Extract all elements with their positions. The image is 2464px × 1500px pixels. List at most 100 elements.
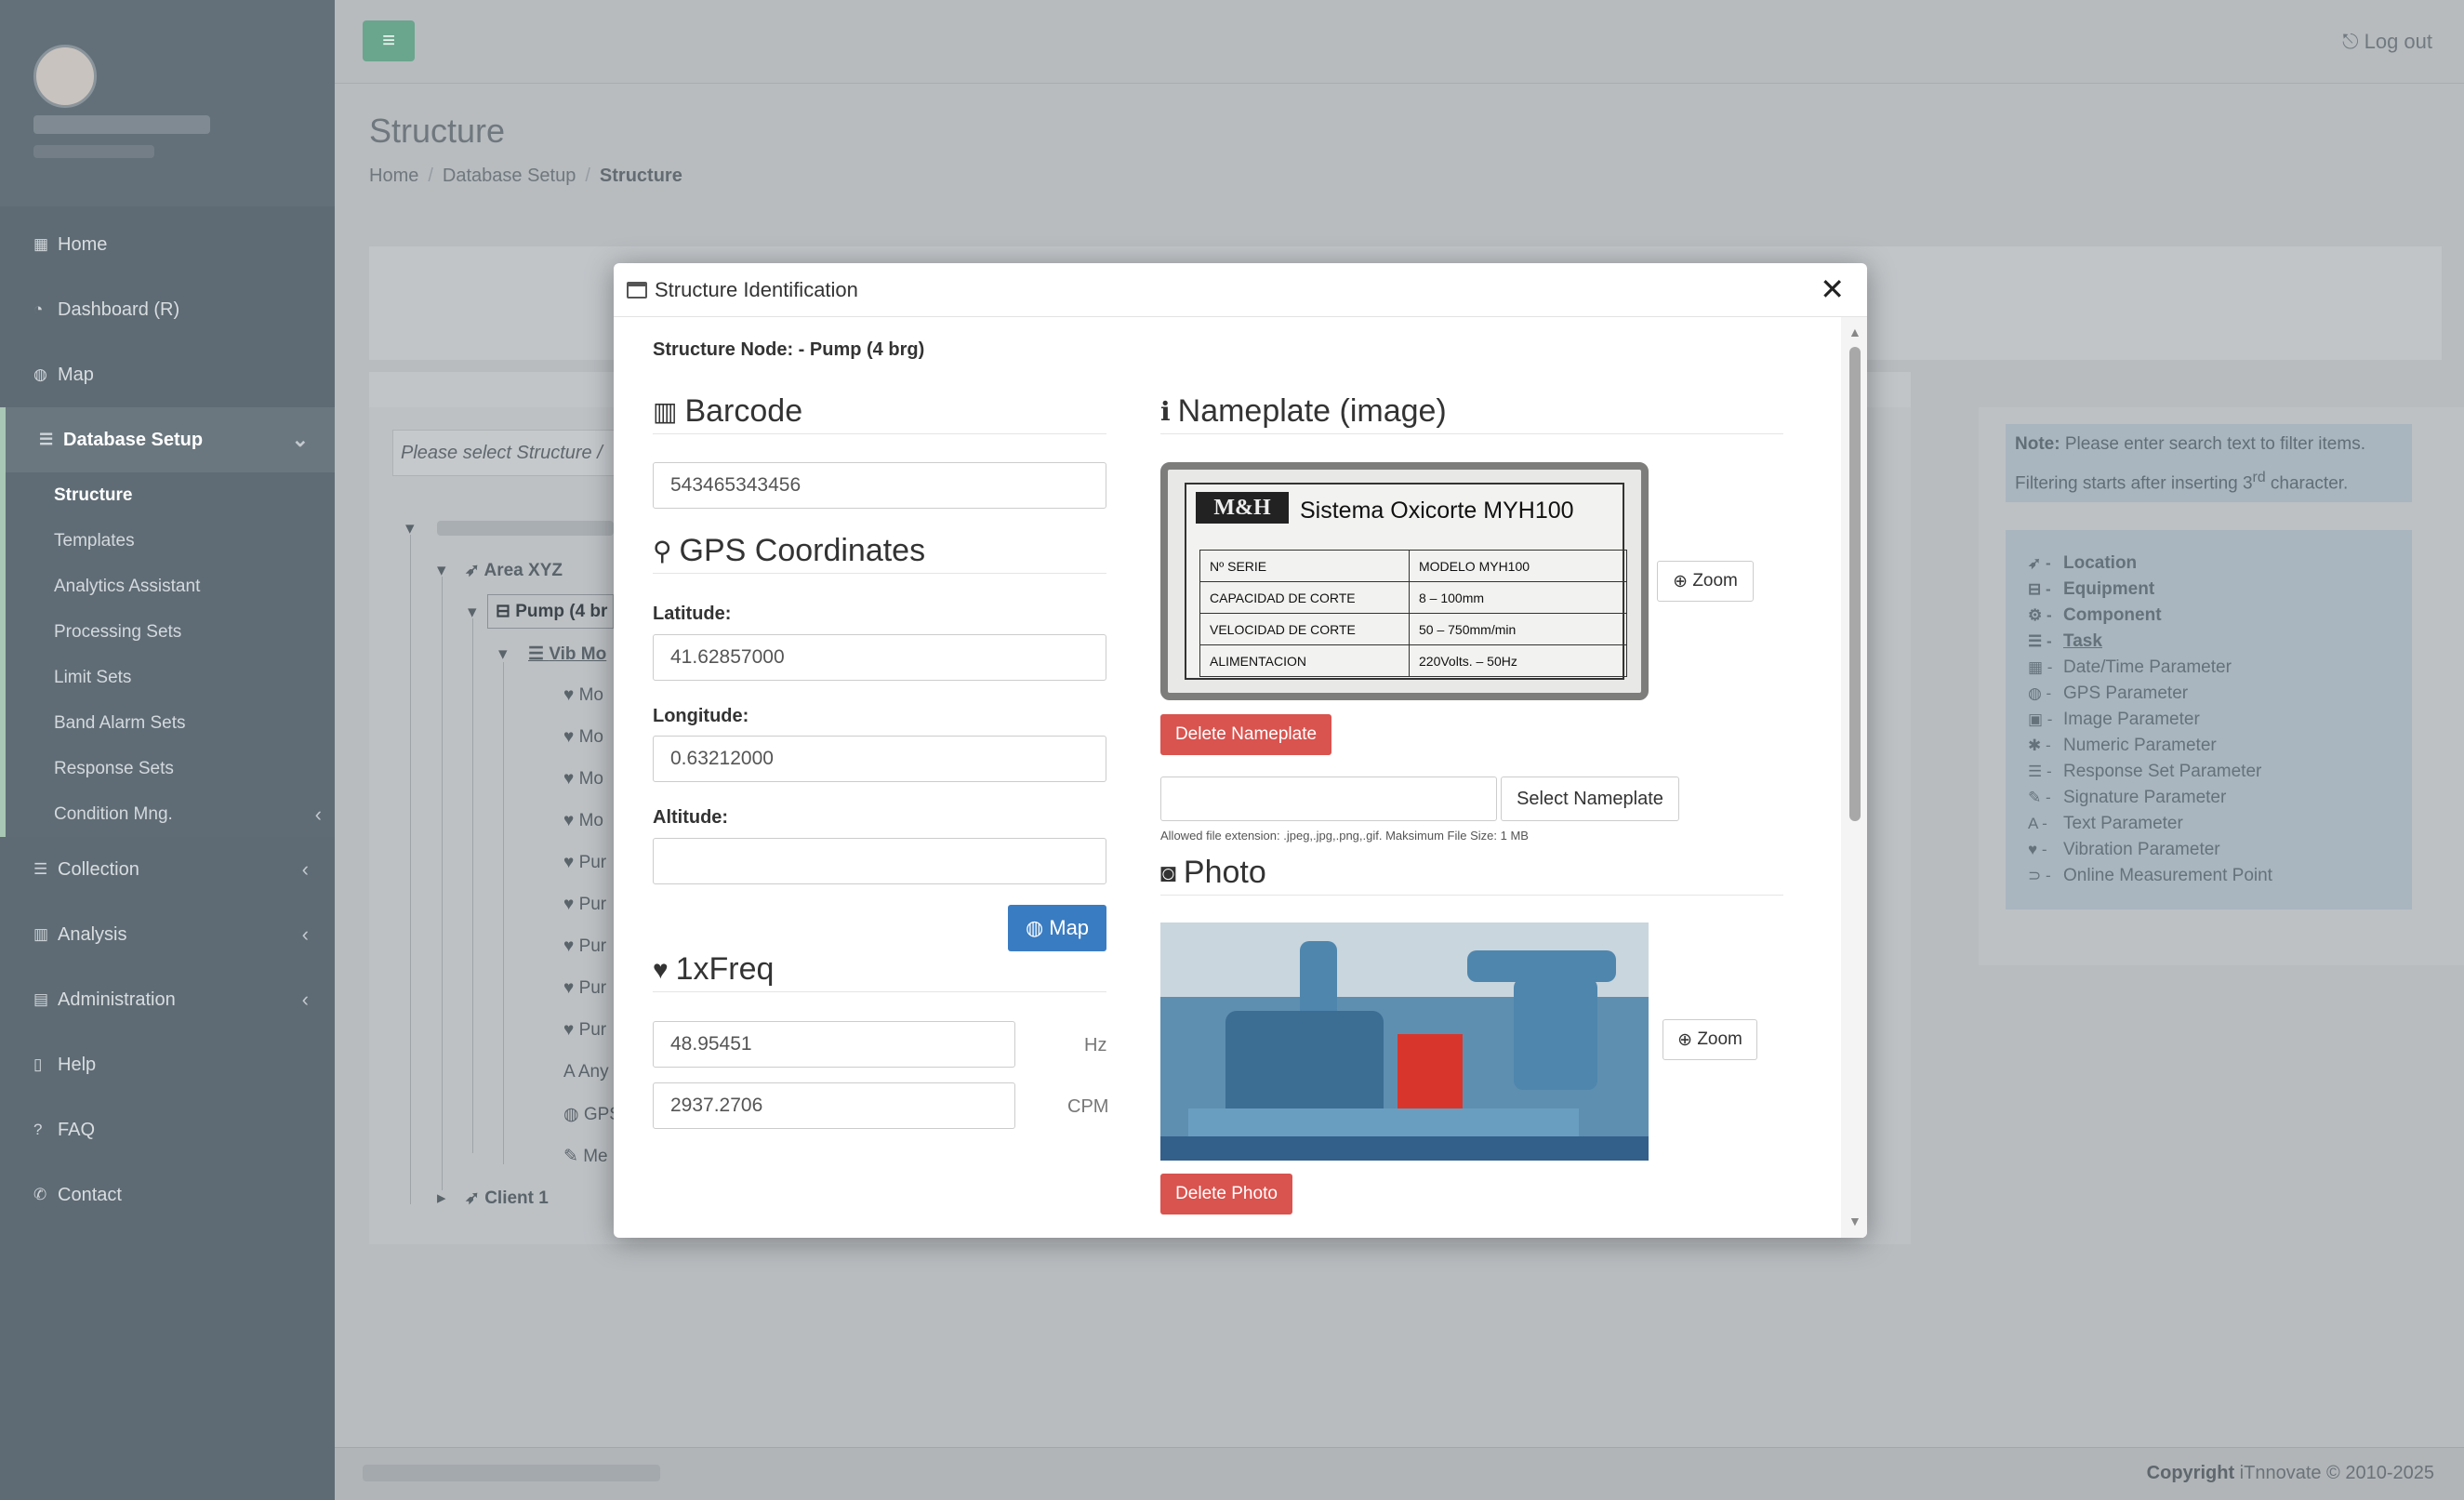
nameplate-image[interactable]: M&H Sistema Oxicorte MYH100 Nº SERIE MODE… xyxy=(1160,462,1649,700)
equipment-photo[interactable] xyxy=(1160,923,1649,1161)
tree-leaf[interactable]: ◍ GPS xyxy=(563,1104,621,1125)
modal-header: Structure Identification ✕ xyxy=(614,263,1867,317)
subnav-label: Templates xyxy=(54,530,135,551)
tree-toggle-icon[interactable]: ▾ xyxy=(498,644,508,665)
subnav-item-processing-sets[interactable]: Processing Sets xyxy=(6,609,335,655)
subnav-item-response-sets[interactable]: Response Sets xyxy=(6,746,335,791)
subnav-label: Structure xyxy=(54,485,133,505)
breadcrumb-home[interactable]: Home xyxy=(369,166,418,186)
footer: Copyright iTnnovate © 2010-2025 xyxy=(335,1447,2464,1500)
menu-toggle-button[interactable]: ≡ xyxy=(363,20,415,61)
nav-item-administration[interactable]: ▤ Administration ‹ xyxy=(0,967,335,1032)
tree-node-pump[interactable]: ⊟ Pump (4 br xyxy=(487,594,614,629)
nameplate-cell: VELOCIDAD DE CORTE xyxy=(1199,613,1410,645)
nav-item-home[interactable]: ▦ Home xyxy=(0,212,335,277)
legend-item-gps: ◍ - GPS Parameter xyxy=(2028,681,2412,707)
modal-title: Structure Identification xyxy=(655,277,858,301)
user-role-blurred xyxy=(33,145,154,158)
nameplate-plate-title: Sistema Oxicorte MYH100 xyxy=(1300,498,1574,524)
delete-photo-button[interactable]: Delete Photo xyxy=(1160,1174,1292,1215)
tree-leaf[interactable]: ♥ Pur xyxy=(563,1020,606,1041)
longitude-input[interactable]: 0.63212000 xyxy=(653,736,1106,782)
legend-label: Numeric Parameter xyxy=(2063,736,2217,755)
modal-scrollbar[interactable]: ▲ ▼ xyxy=(1841,317,1867,1238)
subnav-item-limit-sets[interactable]: Limit Sets xyxy=(6,655,335,700)
tree-leaf[interactable]: ♥ Pur xyxy=(563,853,606,873)
legend-item-equipment: ⊟ - Equipment xyxy=(2028,577,2412,603)
tree-node-client[interactable]: ➶ Client 1 xyxy=(465,1188,549,1209)
tree-leaf[interactable]: ♥ Pur xyxy=(563,978,606,999)
nameplate-row: CAPACIDAD DE CORTE 8 – 100mm xyxy=(1199,581,1627,614)
tree-leaf[interactable]: ♥ Mo xyxy=(563,727,603,748)
font-icon: A xyxy=(563,1062,578,1082)
subnav-item-band-alarm-sets[interactable]: Band Alarm Sets xyxy=(6,700,335,746)
copyright-label: Copyright xyxy=(2146,1463,2235,1483)
legend-item-text: A - Text Parameter xyxy=(2028,811,2412,837)
nav-item-help[interactable]: ▯ Help xyxy=(0,1032,335,1097)
chevron-left-icon: ‹ xyxy=(301,988,309,1011)
scroll-thumb[interactable] xyxy=(1849,347,1861,821)
map-marker-icon: ⚲ xyxy=(653,537,672,565)
subnav-item-structure[interactable]: Structure xyxy=(6,472,335,518)
node-label-text: Structure Node: xyxy=(653,339,794,360)
scroll-up-icon[interactable]: ▲ xyxy=(1848,325,1861,339)
calendar-icon: ▦ - xyxy=(2028,658,2053,676)
tree-toggle-icon[interactable]: ▾ xyxy=(437,560,446,581)
asterisk-icon: ✱ - xyxy=(2028,737,2051,754)
scroll-down-icon[interactable]: ▼ xyxy=(1848,1214,1861,1228)
nav-item-dashboard[interactable]: ◔ Dashboard (R) xyxy=(0,277,335,342)
subnav-item-templates[interactable]: Templates xyxy=(6,518,335,564)
tree-node-label: Client 1 xyxy=(484,1188,549,1208)
freq-cpm-input[interactable]: 2937.2706 xyxy=(653,1082,1015,1129)
tree-leaf[interactable]: ✎ Me xyxy=(563,1146,608,1167)
avatar[interactable] xyxy=(33,45,97,108)
tree-leaf-label: Any xyxy=(577,1062,609,1082)
nav-item-map[interactable]: ◍ Map xyxy=(0,342,335,407)
legend-item-location: ➶ - Location xyxy=(2028,551,2412,577)
tree-leaf[interactable]: ♥ Pur xyxy=(563,895,606,915)
breadcrumb-database-setup[interactable]: Database Setup xyxy=(443,166,576,186)
nameplate-zoom-button[interactable]: ⊕ Zoom xyxy=(1657,561,1754,602)
tree-leaf[interactable]: A Any xyxy=(563,1062,609,1082)
latitude-input[interactable]: 41.62857000 xyxy=(653,634,1106,681)
freq-hz-input[interactable]: 48.95451 xyxy=(653,1021,1015,1068)
tree-leaf[interactable]: ♥ Mo xyxy=(563,811,603,831)
nav-item-collection[interactable]: ☰ Collection ‹ xyxy=(0,837,335,902)
tree-toggle-icon[interactable]: ▸ xyxy=(437,1188,446,1209)
bar-chart-icon: ▥ xyxy=(33,925,49,943)
nameplate-file-input[interactable] xyxy=(1160,777,1497,821)
icon-legend: ➶ - Location ⊟ - Equipment ⚙ - Component ☰ … xyxy=(2006,530,2412,909)
subnav-item-condition-mng[interactable]: Condition Mng. ‹ xyxy=(6,791,335,837)
nameplate-cell: Nº SERIE xyxy=(1199,550,1410,582)
delete-nameplate-button[interactable]: Delete Nameplate xyxy=(1160,714,1331,755)
nav-item-label: FAQ xyxy=(58,1119,96,1140)
nav-item-contact[interactable]: ✆ Contact xyxy=(0,1162,335,1228)
altitude-input[interactable] xyxy=(653,838,1106,884)
tree-leaf[interactable]: ♥ Pur xyxy=(563,936,606,957)
tree-node-area[interactable]: ➶ Area XYZ xyxy=(465,560,563,581)
tree-toggle-icon[interactable]: ▾ xyxy=(468,602,477,623)
nav-item-label: Contact xyxy=(58,1184,122,1205)
nav-item-database-setup[interactable]: ☰ Database Setup ⌄ xyxy=(0,407,335,472)
close-icon[interactable]: ✕ xyxy=(1820,274,1845,304)
barcode-input[interactable]: 543465343456 xyxy=(653,462,1106,509)
tree-leaf[interactable]: ♥ Mo xyxy=(563,769,603,790)
photo-zoom-button[interactable]: ⊕ Zoom xyxy=(1663,1019,1757,1060)
heartbeat-icon: ♥ xyxy=(563,853,579,872)
tree-toggle-icon[interactable]: ▾ xyxy=(405,518,415,539)
nameplate-section-title: ℹ Nameplate (image) xyxy=(1160,393,1783,434)
tree-leaf[interactable]: ♥ Mo xyxy=(563,685,603,706)
nav-item-faq[interactable]: ? FAQ xyxy=(0,1097,335,1162)
gps-section-title: ⚲ GPS Coordinates xyxy=(653,533,1106,574)
subnav-item-analytics-assistant[interactable]: Analytics Assistant xyxy=(6,564,335,609)
nameplate-row: VELOCIDAD DE CORTE 50 – 750mm/min xyxy=(1199,613,1627,645)
nameplate-cell: 220Volts. – 50Hz xyxy=(1409,644,1627,677)
edit-icon: ✎ xyxy=(563,1147,584,1166)
breadcrumb-current: Structure xyxy=(599,166,682,186)
nav-item-analysis[interactable]: ▥ Analysis ‹ xyxy=(0,902,335,967)
select-nameplate-button[interactable]: Select Nameplate xyxy=(1501,777,1679,821)
tree-node-vib[interactable]: ☰ Vib Mo xyxy=(528,644,606,665)
logout-link[interactable]: ⎋ Log out xyxy=(2342,30,2432,54)
window-icon xyxy=(627,281,647,299)
map-button[interactable]: ◍ Map xyxy=(1008,905,1106,951)
